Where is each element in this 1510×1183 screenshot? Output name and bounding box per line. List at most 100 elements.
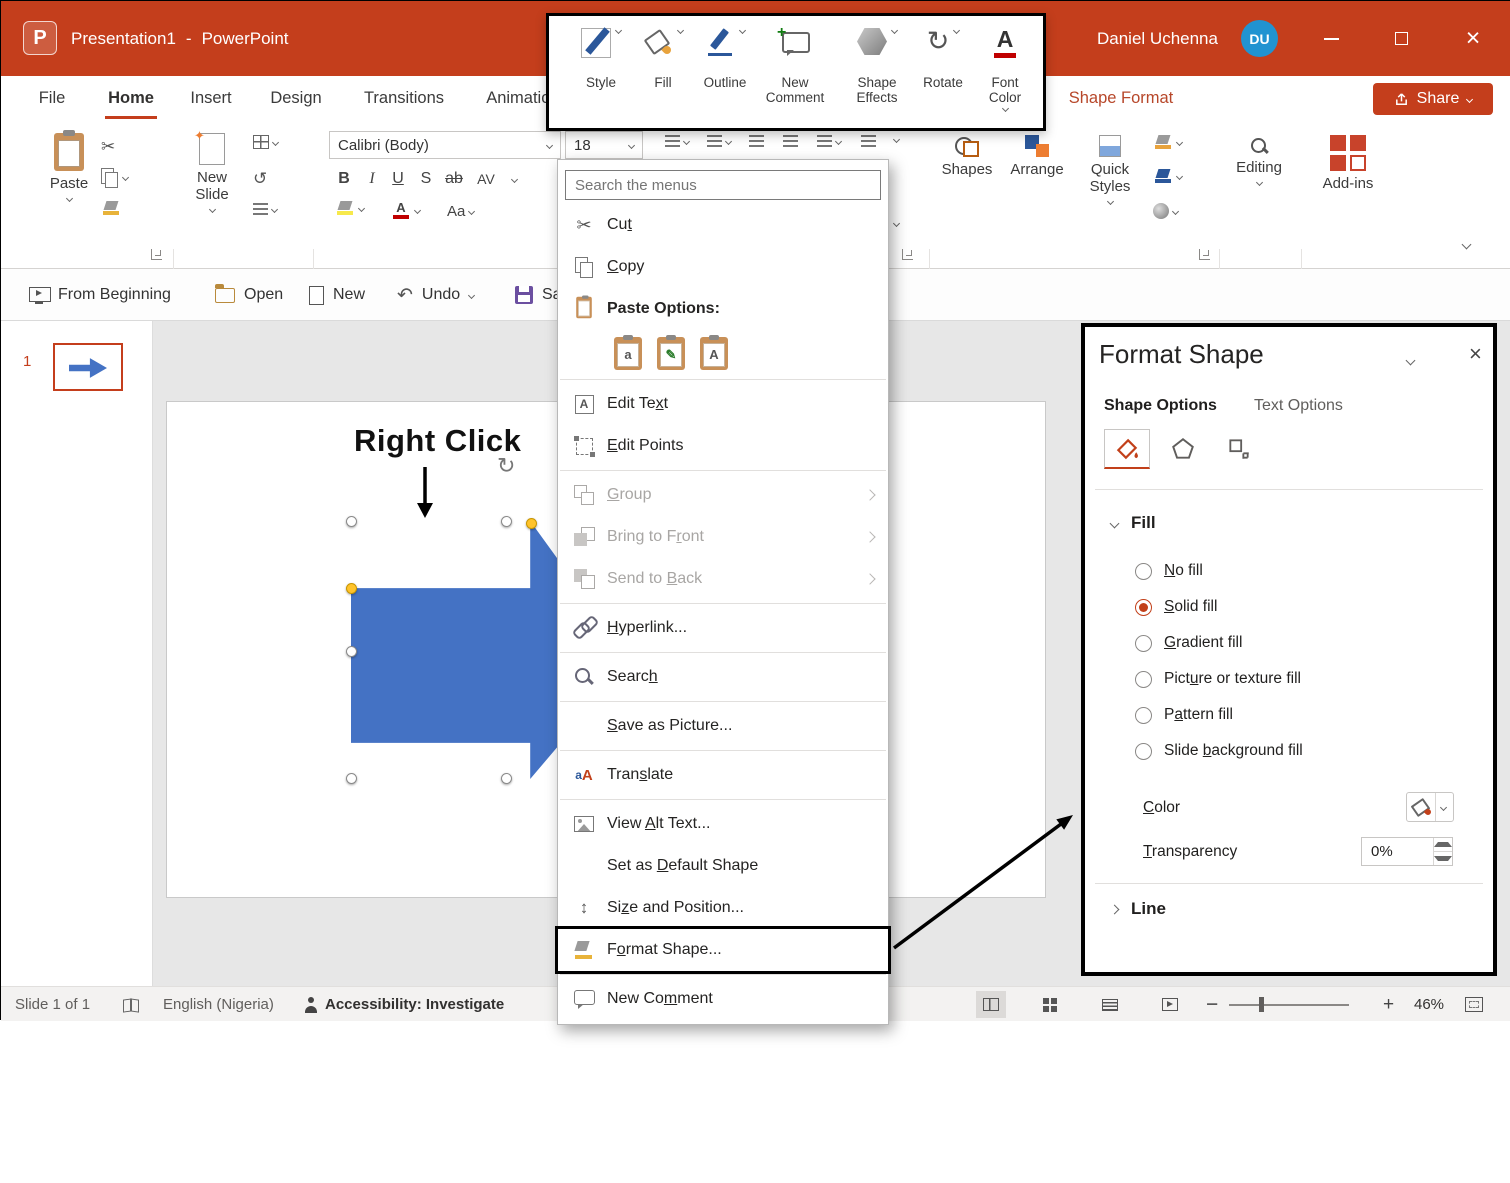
shape-fill-button[interactable] [1153,135,1182,149]
proofing-button[interactable] [123,987,139,1022]
shape-outline-button[interactable] [1153,169,1182,183]
bold-button[interactable]: B [331,165,357,193]
font-color-button[interactable]: A [391,201,420,219]
font-size-combo[interactable]: 18 [565,131,643,159]
text-shadow-button[interactable]: S [413,165,439,193]
rotate-handle[interactable]: ↻ [497,453,515,479]
from-beginning-button[interactable]: From Beginning [29,269,171,321]
zoom-out-button[interactable]: − [1206,987,1218,1022]
undo-button[interactable]: ↶ Undo [397,269,474,321]
transparency-spinner[interactable]: 0% [1361,837,1453,866]
shape-effects-button-popup[interactable]: Shape Effects [839,28,915,105]
menu-item-copy[interactable]: Copy [558,246,888,288]
font-name-combo[interactable]: Calibri (Body) [329,131,561,159]
line-spacing-button[interactable] [861,135,876,147]
indent-decrease-button[interactable] [749,135,764,147]
menu-item-cut[interactable]: ✂ Cut [558,204,888,246]
minimize-button[interactable] [1309,1,1353,76]
change-case-button[interactable]: Aa [447,203,474,220]
cut-button[interactable]: ✂ [101,137,115,157]
tab-file[interactable]: File [35,76,69,121]
align-dropdown[interactable] [894,221,899,226]
paste-button[interactable]: Paste [41,133,97,201]
menu-item-translate[interactable]: aA Translate [558,754,888,796]
menu-item-edit-points[interactable]: Edit Points [558,425,888,467]
fit-to-window-button[interactable] [1465,987,1483,1022]
new-comment-button[interactable]: + New Comment [757,28,833,105]
fill-line-tab[interactable] [1104,429,1150,469]
menu-item-edit-text[interactable]: A Edit Text [558,383,888,425]
menu-item-hyperlink[interactable]: Hyperlink... [558,607,888,649]
shapes-button[interactable]: Shapes [939,135,995,178]
highlight-button[interactable] [335,201,364,215]
adjust-handle-top[interactable] [526,518,537,529]
language-button[interactable]: English (Nigeria) [163,987,274,1022]
outline-button[interactable]: Outline [687,28,763,90]
resize-handle-bottom-middle[interactable] [501,773,512,784]
menu-item-search[interactable]: Search [558,656,888,698]
avatar[interactable]: DU [1241,20,1278,57]
open-button[interactable]: Open [215,269,283,321]
normal-view-button[interactable] [976,991,1006,1018]
underline-button[interactable]: U [385,165,411,193]
menu-item-new-comment[interactable]: New Comment [558,978,888,1020]
reading-view-button[interactable] [1095,991,1125,1018]
tab-insert[interactable]: Insert [187,76,235,121]
search-input[interactable] [565,170,881,200]
option-picture-texture-fill[interactable]: Picture or texture fill [1135,667,1301,691]
menu-item-format-shape[interactable]: Format Shape... [558,929,888,971]
indent-increase-button[interactable] [783,135,798,147]
text-direction-button[interactable] [817,135,841,147]
effects-tab[interactable] [1160,429,1206,469]
resize-handle-top-left[interactable] [346,516,357,527]
strikethrough-button[interactable]: ab [441,165,467,193]
spinner-up-button[interactable] [1434,838,1452,851]
account-name[interactable]: Daniel Uchenna [1097,1,1218,76]
slide-thumbnail[interactable] [53,343,123,391]
reset-slide-button[interactable]: ↺ [253,169,267,189]
font-color-button-popup[interactable]: A Font Color [967,28,1043,111]
paste-text-only-icon[interactable]: A [700,337,728,370]
pane-collapse-button[interactable] [1407,351,1414,369]
option-solid-fill[interactable]: Solid fill [1135,595,1217,619]
resize-handle-bottom-left[interactable] [346,773,357,784]
accessibility-button[interactable]: Accessibility: Investigate [304,987,504,1022]
slideshow-view-button[interactable] [1155,991,1185,1018]
menu-item-size-and-position[interactable]: ↕ Size and Position... [558,887,888,929]
color-dropdown[interactable] [1435,793,1451,821]
italic-button[interactable]: I [359,165,385,193]
slide-sorter-view-button[interactable] [1035,991,1065,1018]
zoom-level[interactable]: 46% [1414,987,1444,1022]
shape-effects-button[interactable] [1153,203,1178,219]
add-ins-button[interactable]: Add-ins [1315,135,1381,192]
format-painter-button[interactable] [101,201,121,215]
tab-text-options[interactable]: Text Options [1254,397,1343,415]
option-pattern-fill[interactable]: Pattern fill [1135,703,1233,727]
bullets-button[interactable] [665,135,689,147]
clipboard-dialog-launcher[interactable] [151,249,162,260]
paste-keep-source-formatting-icon[interactable]: a [614,337,642,370]
share-button[interactable]: Share [1373,83,1493,115]
drawing-dialog-launcher[interactable] [1199,249,1210,260]
maximize-button[interactable] [1379,1,1423,76]
size-properties-tab[interactable] [1216,429,1262,469]
tab-design[interactable]: Design [267,76,325,121]
arrange-button[interactable]: Arrange [1005,135,1069,178]
copy-button[interactable] [99,167,128,187]
menu-item-save-as-picture[interactable]: Save as Picture... [558,705,888,747]
pane-close-button[interactable]: × [1469,343,1482,365]
spacing-dropdown[interactable] [501,165,527,193]
fill-section-header[interactable]: Fill [1111,513,1156,533]
new-slide-button[interactable]: ✦ New Slide [185,133,239,212]
menu-item-view-alt-text[interactable]: View Alt Text... [558,803,888,845]
option-slide-background-fill[interactable]: Slide background fill [1135,739,1303,763]
zoom-slider-track[interactable] [1229,1004,1349,1006]
zoom-slider-thumb[interactable] [1259,997,1264,1012]
tab-transitions[interactable]: Transitions [358,76,450,121]
paste-merge-formatting-icon[interactable]: ✎ [657,337,685,370]
paragraph-dialog-launcher[interactable] [902,249,913,260]
tab-shape-format[interactable]: Shape Format [1059,76,1183,121]
quick-styles-button[interactable]: Quick Styles [1079,135,1141,204]
menu-item-set-default-shape[interactable]: Set as Default Shape [558,845,888,887]
close-button[interactable]: × [1451,1,1495,76]
